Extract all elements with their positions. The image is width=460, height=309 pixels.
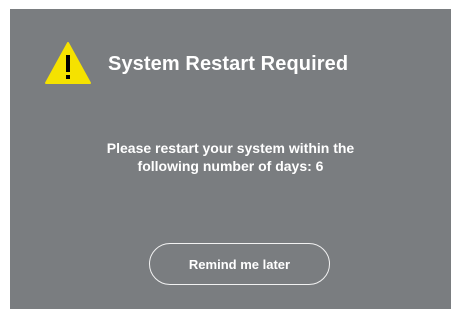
- message-line-1: Please restart your system within the: [106, 140, 355, 156]
- restart-dialog: System Restart Required Please restart y…: [10, 9, 451, 309]
- warning-triangle-icon: [45, 42, 91, 84]
- remind-me-later-button[interactable]: Remind me later: [149, 243, 330, 285]
- message-line-2: following number of days: 6: [137, 158, 324, 174]
- dialog-title: System Restart Required: [108, 53, 349, 75]
- restart-message: Please restart your system within the fo…: [10, 139, 451, 175]
